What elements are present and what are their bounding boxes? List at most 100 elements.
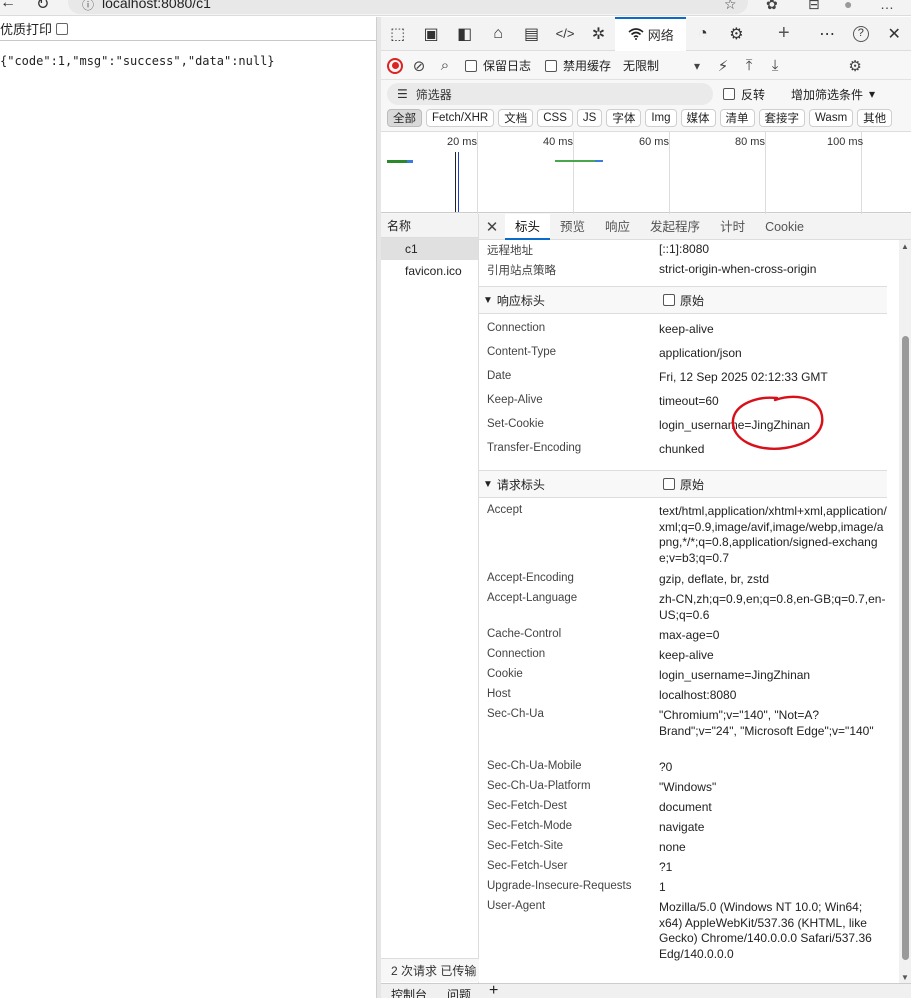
clear-log-icon[interactable]: ⊘ [409, 57, 429, 75]
type-filter-all[interactable]: 全部 [387, 109, 422, 127]
export-har-icon[interactable]: ⤓ [765, 57, 785, 74]
scroll-down-arrow-icon[interactable]: ▼ [901, 973, 909, 982]
raw-checkbox[interactable] [663, 478, 675, 490]
header-value: "Chromium";v="140", "Not=A?Brand";v="24"… [659, 708, 874, 738]
drawer-tab-console[interactable]: 控制台 [391, 986, 427, 998]
reload-icon[interactable]: ↻ [36, 0, 49, 14]
inspect-element-icon[interactable]: ⬚ [381, 17, 414, 51]
header-name: Sec-Fetch-Mode [487, 820, 573, 832]
header-row: Sec-Ch-Ua "Chromium";v="140", "Not=A?Bra… [479, 708, 887, 760]
throttling-select[interactable]: 无限制 [623, 57, 659, 74]
header-value: login_username=JingZhinan [659, 668, 811, 682]
close-details-icon[interactable]: ✕ [479, 218, 505, 236]
network-overview-timeline[interactable]: 20 ms 40 ms 60 ms 80 ms 100 ms [381, 131, 911, 214]
import-har-icon[interactable]: ⤒ [739, 57, 759, 74]
performance-tab-icon[interactable]: ◔ [686, 17, 719, 51]
devtools-tab-bar: ⬚ ▣ ◧ ⌂ ▤ </> ✲ 网络 ◔ ⚙ + ⋯ ? ✕ [381, 16, 911, 51]
scroll-up-arrow-icon[interactable]: ▲ [901, 242, 909, 251]
details-scrollbar[interactable]: ▲ ▼ [899, 240, 911, 984]
request-row-favicon[interactable]: favicon.ico [381, 260, 478, 282]
type-filter-manifest[interactable]: 清单 [719, 109, 755, 127]
search-icon[interactable]: ⌕ [435, 57, 455, 74]
devtools-panel: ⬚ ▣ ◧ ⌂ ▤ </> ✲ 网络 ◔ ⚙ + ⋯ ? ✕ ⊘ ⌕ 保留日志 … [381, 16, 911, 998]
type-filter-fetch-xhr[interactable]: Fetch/XHR [426, 109, 495, 127]
record-button[interactable] [387, 57, 403, 74]
header-value: text/html,application/xhtml+xml,applicat… [659, 504, 887, 565]
more-filters-dropdown[interactable]: 增加筛选条件 ▾ [791, 86, 875, 103]
header-name: Keep-Alive [487, 394, 543, 406]
collections-icon[interactable]: ⊟ [808, 0, 820, 13]
help-icon[interactable]: ? [844, 17, 877, 51]
raw-toggle[interactable]: 原始 [663, 292, 704, 309]
request-headers-section[interactable]: ▼ 请求标头 原始 [479, 470, 887, 498]
raw-toggle[interactable]: 原始 [663, 476, 704, 493]
details-tab-bar: ✕ 标头 预览 响应 发起程序 计时 Cookie [479, 213, 911, 240]
print-label: 优质打印 [0, 22, 53, 37]
back-icon[interactable]: ← [0, 0, 16, 12]
drawer-tab-issues[interactable]: 问题 [447, 986, 471, 998]
memory-tab-icon[interactable]: ⚙ [720, 17, 753, 51]
tab-cookies[interactable]: Cookie [755, 214, 814, 240]
tab-timing[interactable]: 计时 [710, 214, 755, 240]
console-tab-icon[interactable]: ▤ [515, 17, 548, 51]
favorite-star-icon[interactable]: ☆ [724, 0, 737, 13]
type-filter-media[interactable]: 媒体 [680, 109, 716, 127]
device-toolbar-icon[interactable]: ▣ [414, 17, 447, 51]
type-filter-img[interactable]: Img [645, 109, 677, 127]
header-row: Sec-Ch-Ua-Platform "Windows" [479, 780, 887, 800]
header-row: 引用站点策略 strict-origin-when-cross-origin [479, 262, 887, 286]
site-info-icon[interactable]: ⓘ [82, 0, 94, 13]
expand-triangle-icon: ▼ [483, 478, 493, 490]
disable-cache-checkbox[interactable] [545, 59, 558, 72]
devtools-more-icon[interactable]: ⋯ [811, 17, 844, 51]
elements-tab-icon[interactable]: </> [548, 17, 581, 51]
timeline-gridline [573, 132, 574, 214]
tab-headers[interactable]: 标头 [505, 213, 551, 240]
print-option-bar: 优质打印 [0, 17, 376, 41]
request-row-c1[interactable]: c1 [381, 238, 478, 260]
address-bar[interactable]: ⓘ localhost:8080/c1 [68, 0, 748, 14]
header-name: Sec-Ch-Ua-Platform [487, 780, 591, 792]
network-settings-icon[interactable]: ⚙ [845, 57, 865, 75]
type-filter-wasm[interactable]: Wasm [809, 109, 854, 127]
close-devtools-icon[interactable]: ✕ [878, 17, 911, 51]
expand-triangle-icon: ▼ [483, 294, 493, 306]
extensions-icon[interactable]: ✿ [766, 0, 778, 13]
type-filter-other[interactable]: 其他 [857, 109, 893, 127]
response-headers-section[interactable]: ▼ 响应标头 原始 [479, 286, 887, 314]
toggle-panel-icon[interactable]: ◧ [448, 17, 481, 51]
invert-checkbox[interactable] [723, 88, 735, 100]
header-value: [::1]:8080 [659, 242, 710, 256]
type-filter-font[interactable]: 字体 [606, 109, 642, 127]
type-filter-doc[interactable]: 文档 [498, 109, 534, 127]
print-checkbox[interactable] [56, 22, 69, 35]
scrollbar-thumb[interactable] [902, 336, 909, 960]
profile-avatar[interactable]: ● [844, 0, 852, 12]
preserve-log-checkbox[interactable] [465, 59, 477, 72]
type-filter-js[interactable]: JS [576, 109, 603, 127]
header-value: document [659, 800, 712, 814]
name-column-header[interactable]: 名称 [381, 214, 478, 238]
type-filter-socket[interactable]: 套接字 [758, 109, 805, 127]
tab-response[interactable]: 响应 [595, 214, 640, 240]
tab-preview[interactable]: 预览 [550, 214, 595, 240]
sources-bug-icon[interactable]: ✲ [582, 17, 615, 51]
welcome-home-icon[interactable]: ⌂ [481, 17, 514, 51]
type-filter-css[interactable]: CSS [537, 109, 573, 127]
tab-initiator[interactable]: 发起程序 [640, 214, 710, 240]
tab-network[interactable]: 网络 [615, 16, 687, 51]
drawer-tab-bar: 控制台 问题 + [381, 983, 911, 998]
address-bar-url[interactable]: localhost:8080/c1 [102, 0, 211, 11]
network-conditions-icon[interactable]: ⚡ [713, 57, 733, 75]
timeline-tick-label: 100 ms [827, 136, 864, 148]
more-tools-plus-icon[interactable]: + [767, 17, 800, 51]
drawer-add-icon[interactable]: + [489, 984, 498, 998]
raw-checkbox[interactable] [663, 294, 675, 306]
filter-input[interactable]: ☰ 筛选器 [387, 83, 713, 105]
header-value: zh-CN,zh;q=0.9,en;q=0.8,en-GB;q=0.7,en-U… [659, 592, 886, 622]
browser-menu-icon[interactable]: … [880, 0, 894, 12]
header-value: ?1 [659, 860, 673, 874]
section-title: 请求标头 [496, 477, 545, 492]
throttling-dropdown-icon[interactable]: ▾ [687, 59, 707, 73]
invert-filter[interactable]: 反转 [723, 86, 765, 103]
